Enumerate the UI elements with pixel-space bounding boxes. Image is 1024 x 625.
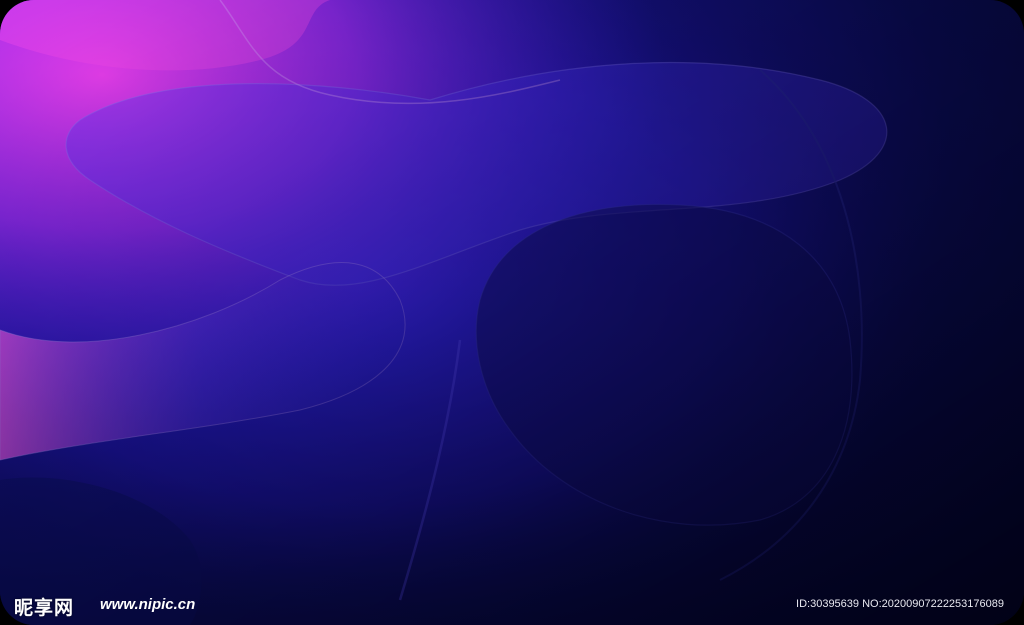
abstract-wave-artwork xyxy=(0,0,1024,625)
watermark-logo-text: 昵享网 xyxy=(14,597,75,619)
watermark-url: www.nipic.cn xyxy=(100,596,196,613)
image-frame: 昵享网 www.nipic.cn ID:30395639 NO:20200907… xyxy=(0,0,1024,625)
abstract-background: 昵享网 www.nipic.cn ID:30395639 NO:20200907… xyxy=(0,0,1024,625)
shadow-overlay xyxy=(0,0,1024,625)
watermark-id: ID:30395639 NO:20200907222253176089 xyxy=(796,598,1004,610)
